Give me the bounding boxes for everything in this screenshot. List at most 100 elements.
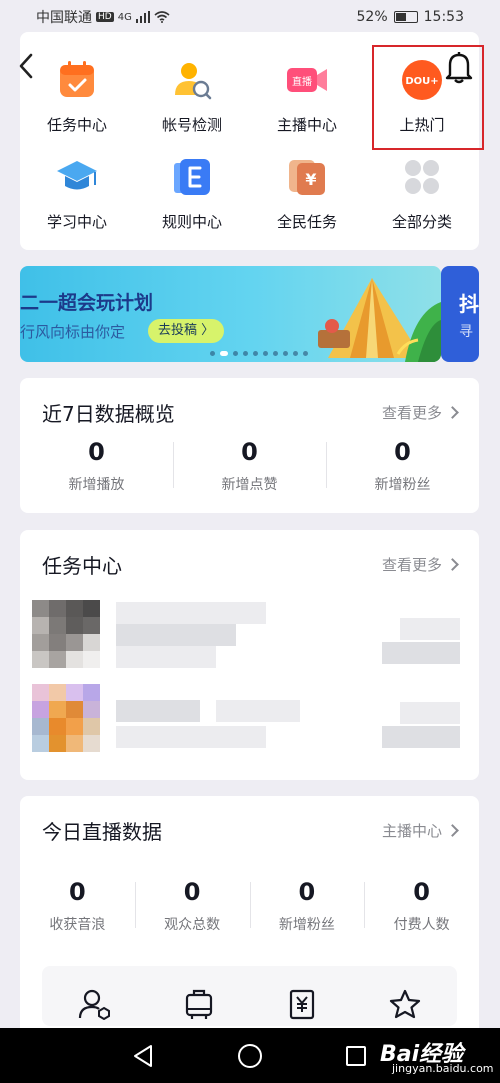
stat-new-plays[interactable]: 0 新增播放 (20, 438, 173, 494)
task-center-more-link[interactable]: 查看更多 (381, 554, 459, 575)
chevron-right-icon (446, 824, 459, 837)
grid-item-account-check[interactable]: 帐号检测 (135, 58, 249, 135)
triangle-back-icon (134, 1045, 152, 1067)
nav-recent-apps-button[interactable] (346, 1046, 366, 1066)
carousel-dot[interactable] (283, 351, 288, 356)
grid-item-label: 帐号检测 (161, 116, 222, 134)
grid-item-task-center[interactable]: 任务中心 (20, 58, 134, 135)
carousel-dot[interactable] (303, 351, 308, 356)
live-data-card: 今日直播数据 主播中心 0 收获音浪 0 观众总数 0 新增粉丝 0 付费人数 (20, 796, 479, 1056)
more-label: 查看更多 (381, 556, 442, 574)
task-list-item[interactable] (20, 682, 479, 758)
stat-label: 观众总数 (164, 917, 221, 933)
money-document-icon[interactable] (287, 988, 317, 1024)
next-banner-title: 抖 (459, 292, 479, 316)
carousel-dot[interactable] (233, 351, 238, 356)
grid-item-label: 主播中心 (276, 116, 337, 134)
grid-item-label: 全民任务 (276, 213, 337, 231)
next-banner-peek[interactable]: 抖 寻 (441, 266, 479, 362)
live-tool-row (42, 966, 457, 1026)
carousel-dot[interactable] (293, 351, 298, 356)
nav-home-button[interactable] (238, 1044, 262, 1068)
carousel-dot[interactable] (273, 351, 278, 356)
grid-item-host-center[interactable]: 直播 主播中心 (250, 58, 364, 135)
task-thumbnail (32, 684, 100, 752)
banner-title: 二一超会玩计划 (20, 292, 154, 314)
stat-paying-users[interactable]: 0 付费人数 (364, 878, 479, 934)
host-center-link[interactable]: 主播中心 (381, 820, 459, 841)
live-camera-icon: 直播 (285, 58, 329, 102)
promo-banner[interactable]: 二一超会玩计划 行风向标由你定 去投稿 〉 (20, 266, 441, 362)
all-categories-icon (400, 155, 444, 199)
stat-value: 0 (88, 438, 105, 466)
signal-icon (135, 11, 150, 23)
chevron-right-icon (446, 558, 459, 571)
highlight-box (372, 45, 484, 150)
task-thumbnail (32, 600, 100, 668)
stat-value: 0 (241, 438, 258, 466)
stat-total-viewers[interactable]: 0 观众总数 (134, 878, 250, 934)
stat-new-fans[interactable]: 0 新增粉丝 (326, 438, 479, 494)
nav-back-button[interactable] (132, 1044, 154, 1072)
task-center-title: 任务中心 (42, 554, 122, 578)
more-label: 查看更多 (381, 404, 442, 422)
task-list-item[interactable] (20, 598, 479, 674)
chevron-right-icon (446, 406, 459, 419)
grid-item-label: 全部分类 (391, 213, 452, 231)
banner-submit-button[interactable]: 去投稿 〉 (148, 319, 225, 343)
wifi-icon (154, 11, 170, 23)
stat-label: 新增点赞 (221, 477, 278, 493)
hd-badge: HD (96, 12, 114, 22)
overview-stats: 0 新增播放 0 新增点赞 0 新增粉丝 (20, 438, 479, 494)
grid-item-label: 规则中心 (161, 213, 222, 231)
luggage-icon[interactable] (184, 988, 214, 1024)
network-type: 4G (117, 11, 132, 23)
live-stats: 0 收获音浪 0 观众总数 0 新增粉丝 0 付费人数 (20, 878, 479, 934)
stat-new-likes[interactable]: 0 新增点赞 (173, 438, 326, 494)
battery-percent: 52% (356, 9, 388, 25)
overview-more-link[interactable]: 查看更多 (381, 402, 459, 423)
stat-value: 0 (413, 878, 430, 906)
more-label: 主播中心 (381, 822, 442, 840)
carousel-dot[interactable] (220, 351, 228, 356)
overview-card: 近7日数据概览 查看更多 0 新增播放 0 新增点赞 0 新增粉丝 (20, 378, 479, 513)
carousel-dot[interactable] (210, 351, 215, 356)
stat-new-fans[interactable]: 0 新增粉丝 (249, 878, 365, 934)
next-banner-subtitle: 寻 (459, 324, 473, 340)
star-icon[interactable] (389, 988, 421, 1024)
grid-item-label: 学习中心 (46, 213, 107, 231)
grid-item-all-categories[interactable]: 全部分类 (365, 155, 479, 232)
graduation-cap-icon (55, 155, 99, 199)
carrier-name: 中国联通 (36, 10, 92, 26)
user-settings-icon[interactable] (78, 988, 112, 1024)
status-right: 52% 15:53 (357, 9, 464, 25)
stat-value: 0 (394, 438, 411, 466)
overview-title: 近7日数据概览 (42, 402, 175, 426)
carousel-dot[interactable] (263, 351, 268, 356)
task-center-card: 任务中心 查看更多 (20, 530, 479, 780)
svg-text:¥: ¥ (305, 170, 316, 189)
stat-label: 新增粉丝 (374, 477, 431, 493)
live-data-title: 今日直播数据 (42, 820, 162, 844)
svg-text:直播: 直播 (292, 75, 312, 88)
grid-item-label: 任务中心 (46, 116, 107, 134)
grid-item-all-people-tasks[interactable]: ¥ 全民任务 (250, 155, 364, 232)
stat-value: 0 (298, 878, 316, 906)
stat-value: 0 (183, 878, 201, 906)
money-card-icon: ¥ (285, 155, 329, 199)
stat-label: 收获音浪 (49, 917, 106, 933)
tent-illustration (318, 278, 441, 362)
carousel-dots[interactable] (210, 351, 308, 356)
banner-subtitle: 行风向标由你定 (20, 323, 126, 341)
carousel-dot[interactable] (253, 351, 258, 356)
grid-item-rules-center[interactable]: 规则中心 (135, 155, 249, 232)
grid-item-learning-center[interactable]: 学习中心 (20, 155, 134, 232)
account-check-icon (170, 58, 214, 102)
watermark-url: jingyan.baidu.com (392, 1062, 494, 1075)
carousel-dot[interactable] (243, 351, 248, 356)
stat-sound-waves[interactable]: 0 收获音浪 (20, 878, 135, 934)
status-left: 中国联通 HD 4G (36, 7, 170, 27)
stat-label: 付费人数 (393, 917, 450, 933)
stat-label: 新增粉丝 (278, 917, 335, 933)
calendar-check-icon (55, 58, 99, 102)
